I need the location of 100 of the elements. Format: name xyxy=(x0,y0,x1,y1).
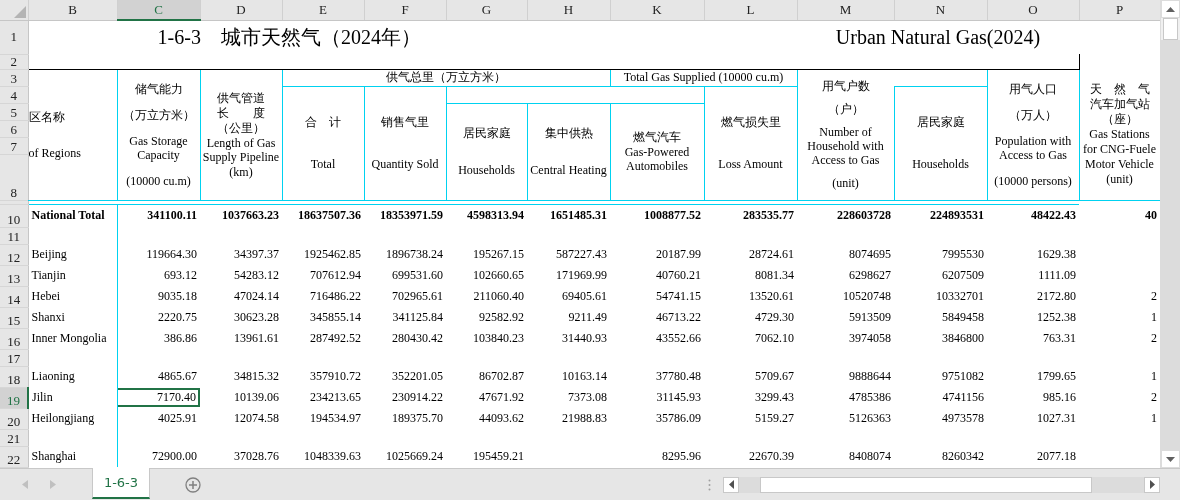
select-all-icon[interactable] xyxy=(13,5,26,18)
table-cell: 8408074 xyxy=(849,449,891,463)
column-heading: 集中供热 xyxy=(544,126,593,141)
scrollbar-thumb[interactable] xyxy=(1163,18,1178,40)
table-cell: 48422.43 xyxy=(1031,208,1076,223)
column-header[interactable]: B xyxy=(28,0,117,20)
table-cell: 2 xyxy=(1151,390,1157,404)
column-heading: 居民家庭 xyxy=(916,114,965,129)
row-number[interactable]: 8 xyxy=(0,154,28,200)
next-sheet-icon[interactable] xyxy=(50,480,56,489)
row-number[interactable]: 13 xyxy=(0,265,28,286)
table-cell: 1925462.85 xyxy=(304,247,361,261)
column-header[interactable]: F xyxy=(364,0,446,20)
column-heading: Loss Amount xyxy=(718,157,783,172)
scrollbar-thumb[interactable] xyxy=(760,476,1092,493)
table-cell: 1048339.63 xyxy=(304,449,361,463)
right-arrow-icon xyxy=(1149,480,1155,489)
table-cell: 1252.38 xyxy=(1037,310,1076,324)
column-heading: Gas Stations xyxy=(1089,127,1150,142)
table-cell: 9035.18 xyxy=(158,289,197,303)
column-header[interactable]: H xyxy=(527,0,610,20)
row-number[interactable]: 22 xyxy=(0,446,28,467)
table-cell: 54283.12 xyxy=(234,268,279,282)
table-cell: 35786.09 xyxy=(656,411,701,425)
column-header[interactable]: C xyxy=(117,0,200,20)
sheet-tab[interactable]: 1-6-3 xyxy=(92,468,150,499)
column-heading: 居民家庭 xyxy=(462,126,511,141)
table-cell: 37028.76 xyxy=(234,449,279,463)
column-header[interactable]: N xyxy=(894,0,987,20)
table-cell: 92582.92 xyxy=(479,310,524,324)
horizontal-scrollbar[interactable] xyxy=(723,476,1160,493)
row-number[interactable]: 15 xyxy=(0,307,28,328)
vertical-scrollbar[interactable] xyxy=(1160,0,1180,468)
column-header[interactable]: G xyxy=(446,0,527,20)
table-cell: 224893531 xyxy=(930,208,984,223)
table-cell: 8260342 xyxy=(942,449,984,463)
row-number[interactable]: 20 xyxy=(0,408,28,429)
table-cell: 1651485.31 xyxy=(550,208,607,223)
table-cell: Jilin xyxy=(32,390,53,404)
row-number[interactable]: 18 xyxy=(0,366,28,387)
table-cell: 8081.34 xyxy=(755,268,794,282)
row-number[interactable]: 16 xyxy=(0,328,28,349)
table-cell: 7373.08 xyxy=(568,390,607,404)
table-cell: 2077.18 xyxy=(1037,449,1076,463)
table-cell: 699531.60 xyxy=(392,268,443,282)
column-heading: 长 度 xyxy=(217,105,265,120)
table-cell: 30623.28 xyxy=(234,310,279,324)
table-cell: 4973578 xyxy=(942,411,984,425)
table-title: 1-6-3 城市天然气（2024年） xyxy=(157,26,421,48)
column-heading: 用气人口 xyxy=(1009,81,1057,96)
column-header[interactable]: L xyxy=(704,0,797,20)
column-heading: for CNG-Fuele xyxy=(1083,142,1156,157)
table-cell: Shanxi xyxy=(31,310,65,324)
table-cell: 119664.30 xyxy=(146,247,197,261)
row-number[interactable]: 14 xyxy=(0,286,28,307)
column-header[interactable]: P xyxy=(1079,0,1160,20)
column-header[interactable]: O xyxy=(987,0,1079,20)
column-heading: （万立方米） xyxy=(122,107,195,122)
column-heading: （公里） xyxy=(217,120,265,135)
column-heading: of Regions xyxy=(28,145,81,160)
column-heading: 用气户数 xyxy=(821,78,870,93)
row-number[interactable]: 1 xyxy=(0,20,28,54)
table-cell: 69405.61 xyxy=(562,289,607,303)
table-cell: 5913509 xyxy=(849,310,891,324)
column-heading: Quantity Sold xyxy=(371,157,439,172)
column-heading: Gas Storage Capacity xyxy=(128,133,189,162)
table-cell: 13520.61 xyxy=(749,289,794,303)
column-header[interactable]: K xyxy=(610,0,704,20)
column-heading: Motor Vehicle xyxy=(1085,157,1154,172)
table-cell: 211060.40 xyxy=(473,289,524,303)
column-header[interactable]: E xyxy=(282,0,364,20)
table-cell: 1008877.52 xyxy=(644,208,701,223)
add-sheet-icon[interactable] xyxy=(185,476,201,493)
left-arrow-icon xyxy=(728,480,734,489)
row-number[interactable]: 19 xyxy=(0,387,28,408)
table-cell: 6298627 xyxy=(849,268,891,282)
column-heading: （座） xyxy=(1101,112,1138,127)
table-cell: 7995530 xyxy=(942,247,984,261)
column-heading: (10000 persons) xyxy=(994,173,1072,188)
table-cell: 6207509 xyxy=(942,268,984,282)
table-cell: Inner Mongolia xyxy=(31,331,107,345)
table-cell: 171969.99 xyxy=(556,268,607,282)
table-cell: 283535.77 xyxy=(743,208,794,223)
row-number[interactable]: 12 xyxy=(0,244,28,265)
table-cell: 9751082 xyxy=(942,369,984,383)
column-heading: Households xyxy=(458,162,515,177)
previous-sheet-icon[interactable] xyxy=(22,480,28,489)
column-header[interactable]: D xyxy=(200,0,282,20)
table-cell: 18637507.36 xyxy=(298,208,361,223)
table-cell: 1799.65 xyxy=(1037,369,1076,383)
column-heading: Population with Access to Gas xyxy=(993,133,1073,162)
table-cell: 8074695 xyxy=(849,247,891,261)
table-cell: 72900.00 xyxy=(152,449,197,463)
select-all-button[interactable] xyxy=(0,0,28,20)
table-cell: 189375.70 xyxy=(392,411,443,425)
column-header[interactable]: M xyxy=(797,0,894,20)
table-cell: 31145.93 xyxy=(656,390,701,404)
row-number[interactable]: 10 xyxy=(0,204,28,227)
table-cell: 1896738.24 xyxy=(386,247,443,261)
table-cell: 763.31 xyxy=(1043,331,1076,345)
